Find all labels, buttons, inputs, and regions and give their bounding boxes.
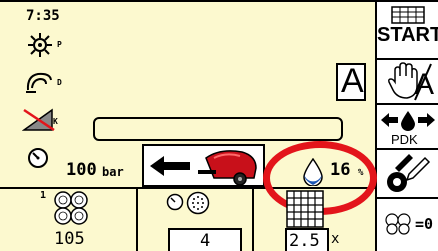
baler-icon [196, 148, 262, 186]
start-label: START [377, 24, 438, 46]
bottom-col-divider-1 [136, 187, 138, 251]
baler-status-box [142, 144, 265, 187]
bales-total-value: =0 [415, 215, 434, 233]
net-gauge-icon [166, 193, 184, 211]
bottom-col-divider-2 [252, 187, 254, 251]
baler-terminal-screen: 7:35 P D K A 100 bar 16 % 1 105 4 2.5 x … [0, 0, 438, 251]
top-border [0, 0, 438, 2]
direction-arrow-left-icon [148, 154, 192, 178]
manual-mode-letter: A [414, 68, 435, 101]
pickup-mode-suffix: D [57, 78, 62, 87]
grid-icon [286, 190, 324, 228]
knife-mode-suffix: K [53, 117, 58, 126]
bale-layer-number: 1 [40, 190, 47, 201]
pdk-softkey[interactable]: PDK [377, 105, 438, 148]
auto-mode-indicator: A [336, 62, 366, 101]
time-display: 7:35 [26, 8, 60, 24]
manual-mode-softkey[interactable]: A [377, 60, 438, 103]
pdk-arrows-icon [380, 109, 436, 131]
pickup-icon[interactable] [24, 70, 56, 94]
pto-mode-suffix: P [57, 40, 62, 49]
start-softkey[interactable]: START [377, 2, 438, 58]
start-grid-icon [391, 6, 425, 24]
net-wraps-field[interactable]: 4 [168, 228, 242, 251]
mode-letter: A [341, 62, 364, 100]
net-roll-icon [186, 191, 210, 215]
bales-total-icon [385, 213, 415, 235]
bale-count: 105 [54, 229, 85, 249]
pen-icon [385, 152, 433, 196]
message-field [93, 117, 343, 141]
calibration-softkey[interactable] [377, 150, 438, 197]
net-wraps-value: 4 [200, 231, 211, 251]
net-multiplier-value: 2.5 [289, 231, 320, 251]
net-multiplier-field[interactable]: 2.5 [285, 228, 329, 251]
bale-stack-icon [52, 191, 90, 225]
pressure-gauge-icon [27, 147, 49, 169]
pressure-value: 100 [66, 160, 97, 180]
net-multiplier-unit: x [331, 231, 340, 247]
pdk-label: PDK [391, 132, 418, 147]
bales-total-softkey[interactable]: =0 [377, 199, 438, 251]
pressure-unit: bar [102, 165, 124, 179]
